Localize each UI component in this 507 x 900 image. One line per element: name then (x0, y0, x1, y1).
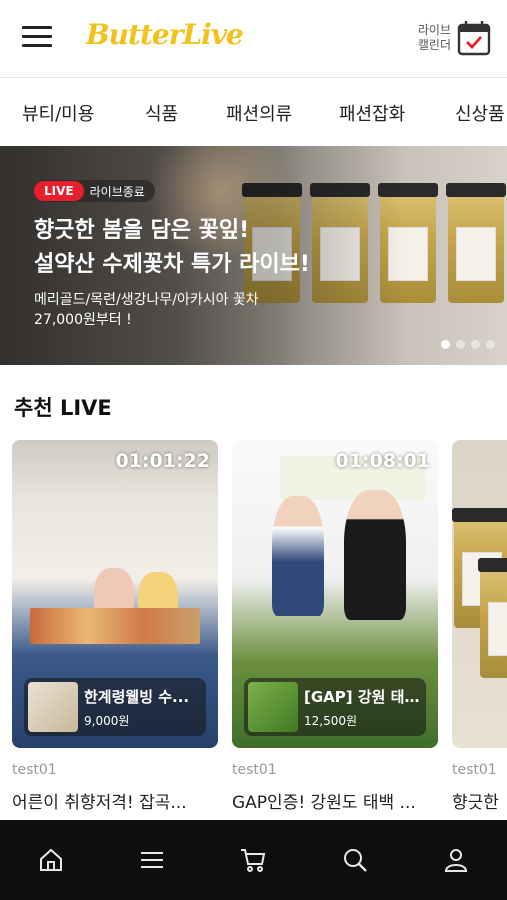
app-header: ButterLive 라이브 캘린더 (0, 0, 507, 78)
user-icon (445, 849, 468, 872)
calendar-label-line2: 캘린더 (417, 38, 451, 52)
live-card[interactable]: test01 향긋한 (452, 440, 507, 813)
tab-fashion-accessories[interactable]: 패션잡화 (339, 100, 405, 126)
live-timer: 01:01:22 (115, 450, 210, 472)
banner-subtitle: 메리골드/목련/생강나무/아카시아 꽃차 27,000원부터 ! (34, 290, 259, 330)
calendar-check-icon (457, 21, 491, 56)
banner-title: 향긋한 봄을 담은 꽃잎! 설약산 수제꽃차 특가 라이브! (34, 214, 310, 282)
carousel-dots (441, 340, 495, 349)
product-price: 9,000원 (84, 714, 130, 728)
live-title[interactable]: 어른이 취향저격! 잡곡... (12, 788, 218, 813)
calendar-label-line1: 라이브 (417, 23, 451, 37)
live-thumbnail[interactable]: 01:08:01 [GAP] 강원 태백... 12,500원 (232, 440, 438, 748)
product-name: [GAP] 강원 태백... (304, 688, 422, 706)
tab-food[interactable]: 식품 (145, 100, 178, 126)
product-price: 12,500원 (304, 714, 358, 728)
banner-subtitle-line2: 27,000원부터 ! (34, 312, 132, 328)
host-figure (344, 490, 406, 620)
live-card[interactable]: 01:08:01 [GAP] 강원 태백... 12,500원 test01 G… (232, 440, 438, 813)
home-icon (39, 848, 62, 871)
live-card[interactable]: 01:01:22 한계령웰빙 수... 9,000원 test01 어른이 취향… (12, 440, 218, 813)
host-figure (272, 496, 324, 616)
live-calendar-button[interactable]: 라이브 캘린더 (411, 16, 491, 60)
banner-title-line1: 향긋한 봄을 담은 꽃잎! (34, 218, 250, 243)
live-calendar-label: 라이브 캘린더 (411, 23, 451, 53)
carousel-dot[interactable] (456, 340, 465, 349)
app-logo[interactable]: ButterLive (86, 18, 244, 51)
nav-mypage[interactable] (426, 830, 486, 890)
menu-bar (22, 35, 52, 38)
banner-subtitle-line1: 메리골드/목련/생강나무/아카시아 꽃차 (34, 292, 259, 308)
live-title[interactable]: GAP인증! 강원도 태백 ... (232, 788, 438, 813)
product-thumbnail (28, 682, 78, 732)
product-display (30, 608, 200, 644)
menu-bar (22, 26, 52, 29)
live-status-pill: LIVE 라이브종료 (34, 180, 155, 202)
nav-cart[interactable] (223, 830, 283, 890)
seller-name: test01 (452, 762, 497, 778)
menu-icon (141, 852, 164, 868)
carousel-dot[interactable] (441, 340, 450, 349)
section-title: 추천 LIVE (14, 396, 112, 420)
live-thumbnail[interactable] (452, 440, 507, 748)
category-tabs: 뷰티/미용 식품 패션의류 패션잡화 신상품 (0, 78, 507, 146)
nav-home[interactable] (21, 830, 81, 890)
nav-search[interactable] (325, 830, 385, 890)
tab-beauty[interactable]: 뷰티/미용 (22, 100, 94, 126)
menu-icon[interactable] (22, 26, 52, 48)
carousel-dot[interactable] (486, 340, 495, 349)
product-overlay[interactable]: [GAP] 강원 태백... 12,500원 (244, 678, 426, 736)
live-thumbnail[interactable]: 01:01:22 한계령웰빙 수... 9,000원 (12, 440, 218, 748)
menu-bar (22, 44, 52, 47)
hero-banner[interactable]: LIVE 라이브종료 향긋한 봄을 담은 꽃잎! 설약산 수제꽃차 특가 라이브… (0, 146, 507, 365)
nav-menu[interactable] (122, 830, 182, 890)
seller-name: test01 (12, 762, 57, 778)
live-badge: LIVE (34, 181, 84, 201)
product-jar-image (478, 558, 507, 678)
search-icon (343, 849, 367, 872)
bottom-navigation (0, 820, 507, 900)
tab-new-products[interactable]: 신상품 (455, 100, 505, 126)
live-timer: 01:08:01 (335, 450, 430, 472)
product-overlay[interactable]: 한계령웰빙 수... 9,000원 (24, 678, 206, 736)
cart-icon (241, 849, 266, 872)
carousel-dot[interactable] (471, 340, 480, 349)
live-status-text: 라이브종료 (89, 184, 145, 199)
tab-fashion-clothing[interactable]: 패션의류 (226, 100, 292, 126)
banner-title-line2: 설약산 수제꽃차 특가 라이브! (34, 252, 310, 277)
seller-name: test01 (232, 762, 277, 778)
live-title[interactable]: 향긋한 (452, 788, 507, 813)
product-thumbnail (248, 682, 298, 732)
product-name: 한계령웰빙 수... (84, 688, 190, 706)
